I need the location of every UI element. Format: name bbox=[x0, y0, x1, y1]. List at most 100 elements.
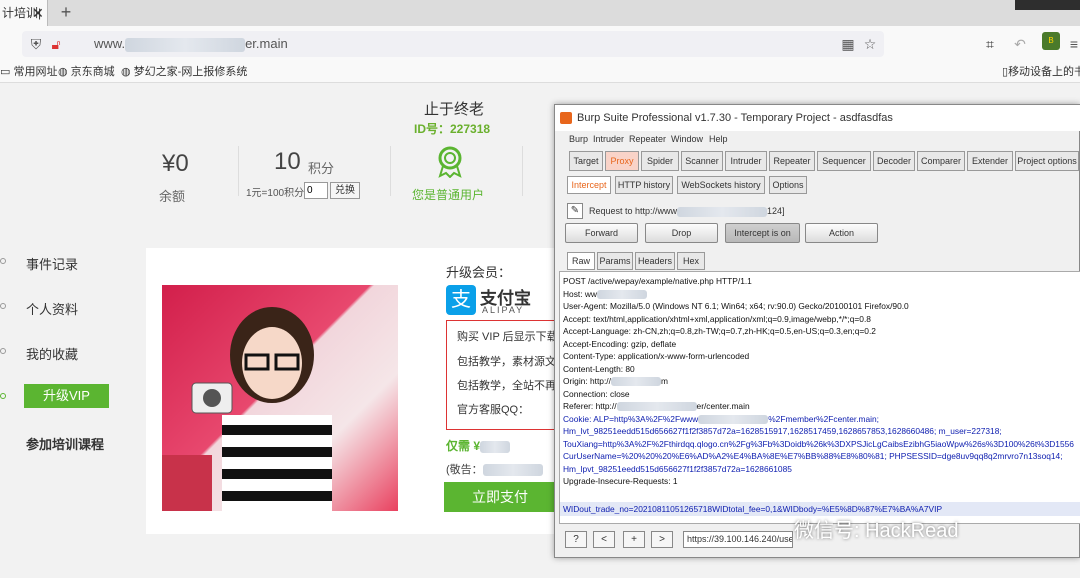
navigation-toolbar: ⛨ 🔓︎ www. er.main ▦ ☆ ⌗ ↶ B ≡ bbox=[0, 26, 1080, 62]
help-button[interactable]: ? bbox=[565, 531, 587, 548]
subtab-intercept[interactable]: Intercept bbox=[567, 176, 611, 194]
price: 仅需 ¥ bbox=[446, 437, 511, 454]
tab-decoder[interactable]: Decoder bbox=[873, 151, 915, 171]
bullet-icon bbox=[0, 303, 6, 309]
raw-line-tail: m bbox=[660, 376, 668, 386]
bullet-icon bbox=[0, 393, 6, 399]
next-button[interactable]: > bbox=[651, 531, 673, 548]
exchange-button[interactable]: 兑换 bbox=[330, 182, 360, 199]
add-button[interactable]: + bbox=[623, 531, 645, 548]
raw-line: CurUserName=%20%20%20%E6%AD%A2%E4%BA%8E%… bbox=[563, 451, 1063, 461]
action-button[interactable]: Action bbox=[805, 223, 878, 243]
balance-value: ¥0 bbox=[162, 150, 189, 177]
exchange-input[interactable] bbox=[304, 182, 328, 199]
raw-line: Cookie: ALP=http%3A%2F%2Fwww %2Fmember%2F… bbox=[563, 413, 879, 426]
drop-button[interactable]: Drop bbox=[645, 223, 718, 243]
tab-project-options[interactable]: Project options bbox=[1015, 151, 1079, 171]
vip-info-line: 包括教学，素材源文 bbox=[457, 356, 556, 368]
intercept-toggle-button[interactable]: Intercept is on bbox=[725, 223, 800, 243]
tab-scanner[interactable]: Scanner bbox=[681, 151, 723, 171]
close-tab-icon[interactable]: ✕ bbox=[30, 0, 46, 26]
sidebar-item-favorites[interactable]: 我的收藏 bbox=[26, 344, 78, 363]
forward-button[interactable]: Forward bbox=[565, 223, 638, 243]
watermark: 微信号: HackRead bbox=[794, 520, 959, 542]
divider bbox=[390, 146, 391, 196]
raw-line: Accept-Language: zh-CN,zh;q=0.8,zh-TW;q=… bbox=[563, 326, 876, 336]
tab-proxy[interactable]: Proxy bbox=[605, 151, 639, 171]
burp-title: Burp Suite Professional v1.7.30 - Tempor… bbox=[577, 112, 893, 124]
raw-line: TouXiang=http%3A%2F%2Fthirdqq.qlogo.cn%2… bbox=[563, 438, 1074, 449]
tab-target[interactable]: Target bbox=[569, 151, 603, 171]
subtab-options[interactable]: Options bbox=[769, 176, 807, 194]
menu-help[interactable]: Help bbox=[709, 131, 728, 147]
raw-line: User-Agent: Mozilla/5.0 (Windows NT 6.1;… bbox=[563, 301, 909, 311]
shield-icon[interactable]: ⛨ bbox=[28, 35, 44, 53]
tab-comparer[interactable]: Comparer bbox=[917, 151, 965, 171]
tab-repeater[interactable]: Repeater bbox=[769, 151, 815, 171]
bookmark-common[interactable]: ▭ 常用网址 bbox=[0, 62, 57, 82]
search-input[interactable]: https://39.100.146.240/user/ bbox=[683, 531, 793, 548]
sidebar-item-profile[interactable]: 个人资料 bbox=[26, 299, 78, 318]
subtab-websockets-history[interactable]: WebSockets history bbox=[677, 176, 765, 194]
raw-line-text: Host: ww bbox=[563, 288, 597, 299]
bookmark-jd[interactable]: ◍ 京东商城 bbox=[58, 62, 115, 82]
tab-bar: 计培训| ✕ + bbox=[0, 0, 1080, 26]
raw-line: Accept-Encoding: gzip, deflate bbox=[563, 338, 677, 349]
view-tab-raw[interactable]: Raw bbox=[567, 252, 595, 270]
menu-icon[interactable]: ≡ bbox=[1068, 35, 1080, 53]
points-unit: 积分 bbox=[308, 161, 335, 176]
url-prefix: www. bbox=[94, 36, 126, 51]
view-tab-headers[interactable]: Headers bbox=[635, 252, 675, 270]
raw-line: Referer: http:// er/center.main bbox=[563, 400, 750, 413]
burp-extension-icon[interactable]: B bbox=[1042, 32, 1060, 50]
sidebar-item-training[interactable]: 参加培训课程 bbox=[26, 434, 104, 453]
user-name: 止于终老 bbox=[424, 101, 485, 118]
raw-line: Content-Length: 80 bbox=[563, 363, 635, 374]
bookmark-dream[interactable]: ◍ 梦幻之家-网上报修系统 bbox=[121, 62, 247, 82]
sidebar-item-events[interactable]: 事件记录 bbox=[26, 254, 78, 273]
upgrade-title: 升级会员： bbox=[446, 265, 512, 280]
tab-extender[interactable]: Extender bbox=[967, 151, 1013, 171]
view-tab-hex[interactable]: Hex bbox=[677, 252, 705, 270]
window-controls bbox=[1015, 0, 1080, 10]
undo-icon[interactable]: ↶ bbox=[1012, 35, 1028, 53]
notice-prefix: (敬告： bbox=[446, 464, 483, 476]
redacted-region bbox=[125, 37, 246, 52]
lock-icon[interactable]: 🔓︎ bbox=[48, 35, 64, 53]
folder-icon: ▭ bbox=[0, 66, 11, 78]
bookmark-mobile[interactable]: ▯移动设备上的书 bbox=[1002, 62, 1080, 82]
redacted-region bbox=[480, 440, 511, 453]
sidebar-item-upgrade-vip[interactable]: 升级VIP bbox=[24, 384, 109, 408]
redacted-region bbox=[482, 464, 543, 477]
redacted-region bbox=[698, 414, 769, 424]
globe-icon: ◍ bbox=[58, 66, 68, 78]
pencil-icon[interactable]: ✎ bbox=[567, 203, 583, 219]
previous-button[interactable]: < bbox=[593, 531, 615, 548]
pay-now-button[interactable]: 立即支付 bbox=[444, 482, 556, 512]
subtab-http-history[interactable]: HTTP history bbox=[615, 176, 673, 194]
burp-logo-icon bbox=[560, 112, 572, 124]
address-bar[interactable]: ⛨ 🔓︎ www. er.main ▦ ☆ bbox=[22, 31, 884, 57]
vip-info-line: 官方客服QQ： bbox=[457, 404, 530, 416]
url-text[interactable]: www. er.main bbox=[94, 35, 288, 53]
tab-spider[interactable]: Spider bbox=[641, 151, 679, 171]
new-tab-icon[interactable]: + bbox=[54, 0, 78, 26]
burp-title-bar[interactable]: Burp Suite Professional v1.7.30 - Tempor… bbox=[555, 105, 1080, 131]
tab-intruder[interactable]: Intruder bbox=[725, 151, 767, 171]
raw-line: Accept: text/html,application/xhtml+xml,… bbox=[563, 313, 871, 324]
menu-intruder[interactable]: Intruder bbox=[593, 131, 624, 147]
bookmark-star-icon[interactable]: ☆ bbox=[862, 35, 878, 53]
price-prefix: 仅需 ¥ bbox=[446, 439, 481, 453]
menu-window[interactable]: Window bbox=[671, 131, 703, 147]
menu-repeater[interactable]: Repeater bbox=[629, 131, 666, 147]
qr-code-icon[interactable]: ▦ bbox=[840, 35, 856, 53]
redacted-region bbox=[677, 206, 768, 217]
bullet-icon bbox=[0, 258, 6, 264]
raw-request-editor[interactable]: POST /active/wepay/example/native.php HT… bbox=[559, 271, 1080, 524]
burp-menu-bar: Burp Intruder Repeater Window Help bbox=[555, 131, 1080, 147]
view-tab-params[interactable]: Params bbox=[597, 252, 633, 270]
menu-burp[interactable]: Burp bbox=[569, 131, 588, 147]
crop-icon[interactable]: ⌗ bbox=[982, 35, 998, 53]
alipay-logo[interactable]: 支 支付宝 ALIPAY bbox=[446, 283, 544, 317]
tab-sequencer[interactable]: Sequencer bbox=[817, 151, 871, 171]
